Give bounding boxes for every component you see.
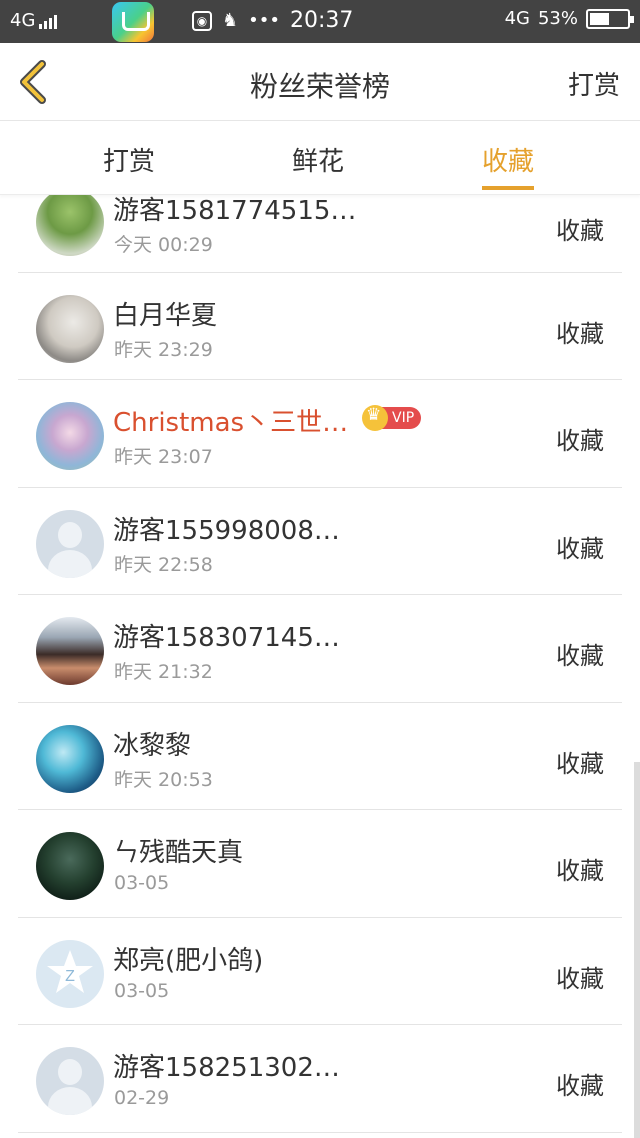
action-label: 收藏 xyxy=(556,749,604,778)
favorite-time: 昨天 21:32 xyxy=(114,661,213,683)
user-name: Christmas丶三世… xyxy=(113,408,349,438)
list-item[interactable]: 白月华夏 昨天 23:29 收藏 xyxy=(0,273,640,380)
user-name: 游客158307145… xyxy=(113,623,340,653)
action-label: 收藏 xyxy=(556,1072,604,1100)
avatar[interactable] xyxy=(36,402,104,470)
list-item[interactable]: 游客155998008… 昨天 22:58 收藏 xyxy=(0,488,640,595)
avatar[interactable] xyxy=(36,294,104,363)
battery-percent: 53% xyxy=(537,8,578,29)
user-name: 郑亮(肥小鸽) xyxy=(113,945,264,976)
tab-favorites[interactable]: 收藏 xyxy=(482,141,535,190)
action-label: 收藏 xyxy=(556,857,604,885)
network-type-right: 4G xyxy=(504,8,530,29)
reward-button[interactable]: 打赏 xyxy=(568,65,620,102)
qq-icon: ♞ xyxy=(222,10,239,31)
list-item[interactable]: 游客158307145… 昨天 21:32 收藏 xyxy=(0,595,640,703)
avatar[interactable] xyxy=(36,832,104,900)
tab-bar: 打赏 鲜花 收藏 xyxy=(0,121,640,195)
scrollbar[interactable] xyxy=(634,762,640,1138)
list-item[interactable]: Z 郑亮(肥小鸽) 03-05 收藏 xyxy=(0,918,640,1025)
app-store-icon xyxy=(112,2,154,42)
list-item[interactable]: 游客158251302… 02-29 收藏 xyxy=(0,1025,640,1133)
list-item[interactable]: ㄣ残酷天真 03-05 收藏 xyxy=(0,810,640,918)
favorite-time: 昨天 23:07 xyxy=(114,446,213,468)
list-item[interactable]: 游客1581774515… 今天 00:29 收藏 xyxy=(0,195,640,273)
favorite-time: 昨天 23:29 xyxy=(114,338,213,361)
tab-reward[interactable]: 打赏 xyxy=(103,141,155,178)
battery-icon xyxy=(586,8,634,29)
action-label: 收藏 xyxy=(556,217,604,245)
favorite-time: 02-29 xyxy=(114,1087,170,1109)
user-name: 冰黎黎 xyxy=(113,730,192,761)
favorite-time: 03-05 xyxy=(114,979,170,1002)
tab-label: 打赏 xyxy=(103,147,156,177)
favorite-time: 今天 00:29 xyxy=(114,234,213,256)
vip-badge: VIP xyxy=(362,405,422,431)
user-name: 游客1581774515… xyxy=(113,196,357,226)
more-dots-icon: ••• xyxy=(248,10,280,31)
crown-icon xyxy=(362,405,388,431)
list-item[interactable]: 冰黎黎 昨天 20:53 收藏 xyxy=(0,703,640,810)
action-label: 收藏 xyxy=(556,964,604,993)
network-indicator-left: 4G xyxy=(10,10,58,31)
divider xyxy=(18,1131,622,1133)
clock: 20:37 xyxy=(290,8,354,33)
avatar[interactable] xyxy=(36,509,104,578)
tab-flowers[interactable]: 鲜花 xyxy=(292,141,344,178)
avatar[interactable] xyxy=(36,1047,104,1115)
user-name: 游客155998008… xyxy=(113,515,340,546)
action-label: 收藏 xyxy=(556,319,604,348)
action-label: 收藏 xyxy=(556,642,604,670)
active-tab-underline xyxy=(482,186,535,190)
svg-text:Z: Z xyxy=(65,968,75,985)
user-name: 白月华夏 xyxy=(113,300,218,331)
tab-label: 收藏 xyxy=(482,147,535,177)
list-item[interactable]: Christmas丶三世… VIP 昨天 23:07 收藏 xyxy=(0,380,640,488)
favorite-time: 昨天 20:53 xyxy=(114,768,213,791)
qzone-star-icon: Z xyxy=(47,949,93,993)
signal-strength-icon xyxy=(39,13,58,29)
avatar[interactable]: Z xyxy=(36,939,104,1008)
avatar[interactable] xyxy=(36,617,104,685)
status-bar: 4G ◉ ♞ ••• 20:37 4G 53% xyxy=(0,0,640,43)
page-title: 粉丝荣誉榜 xyxy=(249,70,390,103)
status-right: 4G 53% xyxy=(504,8,634,29)
favorite-time: 03-05 xyxy=(114,872,170,894)
action-label: 收藏 xyxy=(556,427,604,455)
favorite-time: 昨天 22:58 xyxy=(114,553,213,576)
globe-icon: ◉ xyxy=(192,10,212,31)
notification-icons: ◉ ♞ ••• xyxy=(192,10,280,31)
avatar[interactable] xyxy=(36,724,104,793)
fan-list[interactable]: 游客1581774515… 今天 00:29 收藏 白月华夏 昨天 23:29 … xyxy=(0,195,640,1138)
user-name: 游客158251302… xyxy=(113,1053,340,1083)
user-name: ㄣ残酷天真 xyxy=(113,838,244,868)
tab-label: 鲜花 xyxy=(292,147,345,177)
action-label: 收藏 xyxy=(556,534,604,563)
nav-bar: 粉丝荣誉榜 打赏 xyxy=(0,43,640,121)
network-type-left: 4G xyxy=(10,10,36,31)
avatar[interactable] xyxy=(36,195,104,256)
